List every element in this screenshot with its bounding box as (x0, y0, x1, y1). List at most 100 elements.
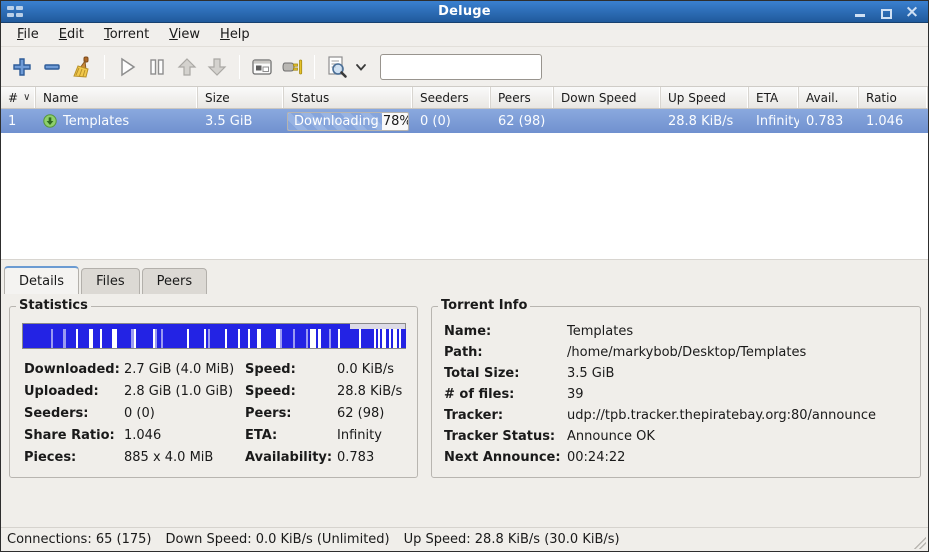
stat-label: Speed: (245, 384, 337, 399)
pieces-bar-stripes (23, 329, 405, 348)
stat-label: ETA: (245, 428, 337, 443)
search-mode-chevron-down-icon[interactable] (354, 60, 368, 74)
stat-value: 2.7 GiB (4.0 MiB) (124, 362, 245, 377)
status-progress-bar: Downloading 78% Downloading 78% (287, 112, 409, 131)
stat-label: Downloaded: (24, 362, 124, 377)
stat-label: Pieces: (24, 450, 124, 465)
column-header-status[interactable]: Status (284, 87, 413, 108)
torrent-row-status: Downloading 78% Downloading 78% (284, 112, 413, 131)
remove-torrent-button[interactable] (37, 52, 67, 82)
info-value: 39 (567, 387, 920, 402)
status-progress-fill: Downloading 78% (288, 113, 382, 130)
info-value: 00:24:22 (567, 450, 920, 465)
add-torrent-button[interactable] (7, 52, 37, 82)
pieces-bar (22, 323, 406, 349)
search-input[interactable] (380, 54, 542, 80)
info-label: Next Announce: (444, 450, 567, 465)
add-torrent-icon (11, 56, 33, 78)
column-header-number[interactable]: #∨ (1, 87, 36, 108)
toolbar-separator (239, 55, 240, 79)
column-header-avail[interactable]: Avail. (799, 87, 859, 108)
maximize-button[interactable] (878, 5, 894, 19)
menu-help[interactable]: Help (212, 24, 258, 45)
tab-files[interactable]: Files (81, 268, 140, 294)
pause-icon (146, 56, 168, 78)
stat-value: 0 (0) (124, 406, 245, 421)
info-label: Path: (444, 345, 567, 360)
menu-torrent[interactable]: Torrent (96, 24, 157, 45)
clear-finished-button[interactable] (67, 52, 97, 82)
torrent-row-eta: Infinity (749, 114, 799, 129)
details-panel: Details Files Peers Statistics Downloade… (1, 259, 928, 527)
torrent-info-grid: Name:Templates Path:/home/markybob/Deskt… (444, 321, 920, 468)
menu-view[interactable]: View (161, 24, 208, 45)
info-value: Announce OK (567, 429, 920, 444)
statusbar: Connections: 65 (175) Down Speed: 0.0 Ki… (1, 527, 928, 551)
tab-peers[interactable]: Peers (142, 268, 208, 294)
queue-down-button[interactable] (202, 52, 232, 82)
column-header-down-speed[interactable]: Down Speed (554, 87, 661, 108)
torrent-info-frame: Torrent Info Name:Templates Path:/home/m… (431, 306, 921, 478)
toolbar-separator (104, 55, 105, 79)
find-icon (325, 55, 349, 79)
queue-down-icon (206, 56, 228, 78)
stat-value: 28.8 KiB/s (337, 384, 417, 399)
menu-edit[interactable]: Edit (51, 24, 92, 45)
pause-button[interactable] (142, 52, 172, 82)
stat-value: 62 (98) (337, 406, 417, 421)
statusbar-up-speed: Up Speed: 28.8 KiB/s (30.0 KiB/s) (404, 532, 620, 547)
window-title: Deluge (1, 4, 928, 19)
preferences-button[interactable] (247, 52, 277, 82)
downloading-icon (43, 114, 57, 128)
minimize-button[interactable] (852, 5, 868, 19)
stat-value: 885 x 4.0 MiB (124, 450, 245, 465)
stat-value: 1.046 (124, 428, 245, 443)
queue-up-button[interactable] (172, 52, 202, 82)
sort-chevron-down-icon: ∨ (23, 92, 30, 103)
statistics-frame: Statistics Downloaded: 2.7 GiB (4.0 MiB)… (9, 306, 418, 478)
menu-file[interactable]: File (9, 24, 47, 45)
close-button[interactable]: × (904, 5, 920, 19)
preferences-icon (250, 56, 274, 78)
torrent-row-number: 1 (1, 114, 36, 129)
statusbar-connections: Connections: 65 (175) (7, 532, 151, 547)
column-header-up-speed[interactable]: Up Speed (661, 87, 749, 108)
resume-icon (116, 56, 138, 78)
torrent-list-header: #∨ Name Size Status Seeders Peers Down S… (1, 87, 928, 109)
column-header-ratio[interactable]: Ratio (859, 87, 928, 108)
column-header-size[interactable]: Size (198, 87, 284, 108)
info-label: Tracker Status: (444, 429, 567, 444)
torrent-list: #∨ Name Size Status Seeders Peers Down S… (1, 87, 928, 259)
stat-label: Share Ratio: (24, 428, 124, 443)
connection-manager-icon (280, 56, 304, 78)
statusbar-down-speed: Down Speed: 0.0 KiB/s (Unlimited) (165, 532, 389, 547)
remove-torrent-icon (41, 56, 63, 78)
torrent-row-seeders: 0 (0) (413, 114, 491, 129)
find-button[interactable] (322, 52, 352, 82)
deluge-window: Deluge × File Edit Torrent View Help (0, 0, 929, 552)
column-header-eta[interactable]: ETA (749, 87, 799, 108)
toolbar-separator (314, 55, 315, 79)
connection-manager-button[interactable] (277, 52, 307, 82)
stat-value: 0.0 KiB/s (337, 362, 417, 377)
statistics-legend: Statistics (16, 298, 91, 313)
menubar: File Edit Torrent View Help (1, 23, 928, 47)
tab-details[interactable]: Details (4, 266, 79, 294)
column-header-peers[interactable]: Peers (491, 87, 554, 108)
column-header-seeders[interactable]: Seeders (413, 87, 491, 108)
column-header-name[interactable]: Name (36, 87, 198, 108)
resize-grip[interactable] (914, 537, 926, 549)
torrent-row[interactable]: 1 Templates 3.5 GiB Downloading 78% Down… (1, 109, 928, 133)
stat-value: Infinity (337, 428, 417, 443)
info-label: Name: (444, 324, 567, 339)
info-value: 3.5 GiB (567, 366, 920, 381)
stat-label: Seeders: (24, 406, 124, 421)
clear-finished-icon (70, 55, 94, 79)
resume-button[interactable] (112, 52, 142, 82)
torrent-row-name: Templates (36, 114, 198, 129)
toolbar (1, 47, 928, 87)
torrent-row-avail: 0.783 (799, 114, 859, 129)
info-value: /home/markybob/Desktop/Templates (567, 345, 920, 360)
torrent-row-peers: 62 (98) (491, 114, 554, 129)
titlebar[interactable]: Deluge × (1, 1, 928, 23)
